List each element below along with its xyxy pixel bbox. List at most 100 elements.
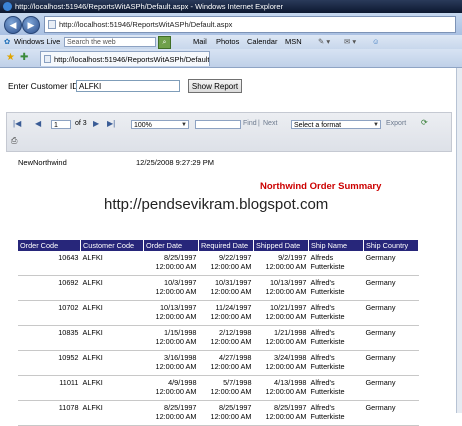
add-favorite-icon[interactable]: ✚ (20, 52, 28, 64)
table-cell: Alfred's Futterkiste (308, 275, 364, 301)
show-report-button[interactable]: Show Report (188, 79, 242, 93)
cell-text: Alfred's (310, 353, 335, 362)
windows-live-logo-icon: ✿ (4, 37, 11, 46)
link-photos[interactable]: Photos (216, 35, 239, 49)
cell-text: 12:00:00 AM (155, 262, 197, 271)
cell-text: 12:00:00 AM (265, 262, 307, 271)
column-header: Required Date (198, 240, 254, 251)
table-cell: ALFKI (80, 325, 144, 351)
find-input[interactable] (195, 120, 241, 129)
favorites-star-icon[interactable]: ★ (6, 52, 15, 64)
cell-text: 4/9/1998 (168, 378, 197, 387)
table-cell: 9/2/1997 12:00:00 AM (253, 251, 309, 276)
link-mail[interactable]: Mail (193, 35, 207, 49)
table-cell: ALFKI (80, 251, 144, 276)
cell-text: ALFKI (82, 353, 103, 362)
next-page-icon[interactable]: ▶ (93, 119, 99, 128)
cell-text: 5/7/1998 (223, 378, 252, 387)
table-cell: 8/25/1997 12:00:00 AM (143, 251, 199, 276)
table-cell: Alfred's Futterkiste (308, 400, 364, 426)
toolbar-pen-icon[interactable]: ✎ ▾ (318, 35, 330, 49)
cell-text: 12:00:00 AM (155, 362, 197, 371)
table-cell: Alfreds Futterkiste (308, 251, 364, 276)
zoom-value: 100% (134, 122, 152, 129)
tab-bar: ★ ✚ http://localhost:51946/ReportsWitASP… (0, 49, 462, 68)
tab-current[interactable]: http://localhost:51946/ReportsWitASPh/De… (40, 51, 210, 66)
table-cell: 3/16/1998 12:00:00 AM (143, 350, 199, 376)
table-cell: Germany (363, 325, 419, 351)
orders-table: Order Code Customer Code Order Date Requ… (18, 240, 419, 426)
table-cell: 11011 (18, 375, 81, 401)
link-calendar[interactable]: Calendar (247, 35, 277, 49)
window-title-bar: http://localhost:51946/ReportsWitASPh/De… (0, 0, 462, 13)
address-bar-row: ◀ ▶ http://localhost:51946/ReportsWitASP… (0, 13, 462, 35)
cell-text: 11/24/1997 (215, 303, 252, 312)
address-input[interactable]: http://localhost:51946/ReportsWitASPh/De… (44, 16, 456, 33)
cell-text: Germany (365, 303, 396, 312)
toolbar-user-icon[interactable]: ☺ (372, 35, 380, 49)
table-cell: 10/13/1997 12:00:00 AM (143, 300, 199, 326)
table-cell: 3/24/1998 12:00:00 AM (253, 350, 309, 376)
cell-text: 8/25/1997 (164, 403, 197, 412)
first-page-icon[interactable]: |◀ (13, 119, 21, 128)
table-cell: 10/13/1997 12:00:00 AM (253, 275, 309, 301)
cell-text: 10952 (58, 353, 79, 362)
cell-text: Alfreds (310, 253, 334, 262)
cell-text: Futterkiste (310, 337, 345, 346)
table-cell: 8/25/1997 12:00:00 AM (143, 400, 199, 426)
table-cell: ALFKI (80, 350, 144, 376)
cell-text: 12:00:00 AM (265, 412, 307, 421)
web-search-input[interactable]: Search the web (64, 37, 156, 47)
cell-text: 12:00:00 AM (265, 287, 307, 296)
table-header-row: Order Code Customer Code Order Date Requ… (18, 240, 419, 251)
report-timestamp: 12/25/2008 9:27:29 PM (136, 158, 214, 167)
cell-text: 10/21/1997 (269, 303, 307, 312)
table-row: 10702 ALFKI 10/13/1997 12:00:00 AM 11/24/199… (18, 300, 419, 326)
report-title: Northwind Order Summary (260, 181, 382, 192)
cell-text: Futterkiste (310, 412, 345, 421)
back-arrow-icon[interactable]: ◀ (4, 16, 22, 34)
print-icon[interactable]: ⎙ (11, 136, 17, 146)
table-cell: Alfred's Futterkiste (308, 350, 364, 376)
refresh-icon[interactable]: ⟳ (421, 118, 428, 127)
table-cell: 10702 (18, 300, 81, 326)
export-format-select[interactable]: Select a format ▼ (291, 120, 381, 129)
cell-text: 10643 (58, 253, 79, 262)
cell-text: Germany (365, 278, 396, 287)
page-number-input[interactable]: 1 (51, 120, 71, 129)
previous-page-icon[interactable]: ◀ (35, 119, 41, 128)
cell-text: 12:00:00 AM (155, 412, 197, 421)
table-cell: 9/22/1997 12:00:00 AM (198, 251, 254, 276)
vertical-scrollbar[interactable] (456, 68, 462, 413)
cell-text: 12:00:00 AM (155, 337, 197, 346)
forward-arrow-icon[interactable]: ▶ (22, 16, 40, 34)
cell-text: 11011 (59, 378, 79, 387)
blog-watermark: http://pendsevikram.blogspot.com (104, 196, 329, 213)
cell-text: ALFKI (82, 303, 103, 312)
toolbar-mail-icon[interactable]: ✉ ▾ (344, 35, 356, 49)
chevron-down-icon: ▼ (181, 122, 187, 128)
cell-text: 12:00:00 AM (265, 337, 307, 346)
cell-text: Germany (365, 403, 396, 412)
cell-text: Futterkiste (310, 287, 345, 296)
column-header: Order Date (143, 240, 199, 251)
search-go-icon[interactable]: ⌕ (158, 36, 171, 49)
cell-text: Futterkiste (310, 387, 345, 396)
zoom-select[interactable]: 100% ▼ (131, 120, 189, 129)
windows-live-link[interactable]: Windows Live (14, 35, 60, 49)
table-cell: Germany (363, 300, 419, 326)
table-cell: 10/31/1997 12:00:00 AM (198, 275, 254, 301)
cell-text: 12:00:00 AM (155, 312, 197, 321)
cell-text: 12:00:00 AM (210, 387, 252, 396)
cell-text: ALFKI (82, 253, 103, 262)
link-msn[interactable]: MSN (285, 35, 302, 49)
table-cell: 10835 (18, 325, 81, 351)
last-page-icon[interactable]: ▶| (107, 119, 115, 128)
customer-id-input[interactable]: ALFKI (76, 80, 180, 92)
table-row: 11011 ALFKI 4/9/1998 12:00:00 AM 5/7/1998 12:… (18, 375, 419, 401)
export-link[interactable]: Export (386, 120, 406, 127)
cell-text: 2/12/1998 (219, 328, 252, 337)
customer-id-label: Enter Customer ID: (8, 81, 81, 91)
find-link[interactable]: Find (243, 120, 257, 127)
find-next-link[interactable]: Next (263, 120, 277, 127)
